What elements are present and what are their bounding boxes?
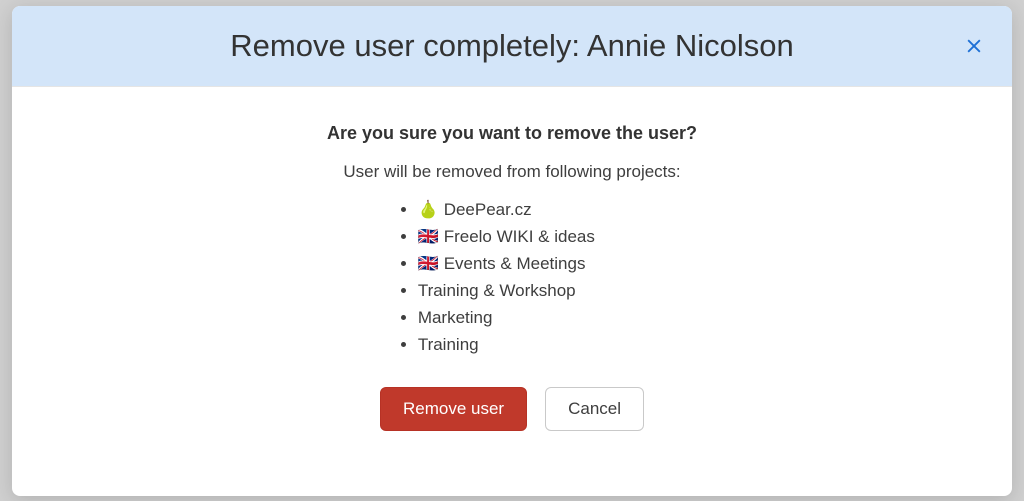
- close-button[interactable]: [958, 30, 990, 62]
- cancel-button[interactable]: Cancel: [545, 387, 644, 432]
- project-list-container: 🍐 DeePear.cz 🇬🇧 Freelo WIKI & ideas 🇬🇧 E…: [32, 196, 992, 359]
- project-list: 🍐 DeePear.cz 🇬🇧 Freelo WIKI & ideas 🇬🇧 E…: [399, 196, 595, 359]
- modal-body: Are you sure you want to remove the user…: [12, 87, 1012, 496]
- list-item: 🍐 DeePear.cz: [418, 196, 595, 223]
- modal-footer: Remove user Cancel: [380, 359, 644, 432]
- list-item: Training: [418, 331, 595, 358]
- confirm-question: Are you sure you want to remove the user…: [327, 123, 697, 144]
- modal-title: Remove user completely: Annie Nicolson: [230, 28, 793, 64]
- list-item: 🇬🇧 Events & Meetings: [418, 250, 595, 277]
- list-item: Marketing: [418, 304, 595, 331]
- remove-user-modal: Remove user completely: Annie Nicolson A…: [12, 6, 1012, 496]
- list-item: 🇬🇧 Freelo WIKI & ideas: [418, 223, 595, 250]
- close-icon: [964, 36, 984, 56]
- remove-note: User will be removed from following proj…: [343, 162, 680, 182]
- remove-user-button[interactable]: Remove user: [380, 387, 527, 432]
- list-item: Training & Workshop: [418, 277, 595, 304]
- modal-header: Remove user completely: Annie Nicolson: [12, 6, 1012, 87]
